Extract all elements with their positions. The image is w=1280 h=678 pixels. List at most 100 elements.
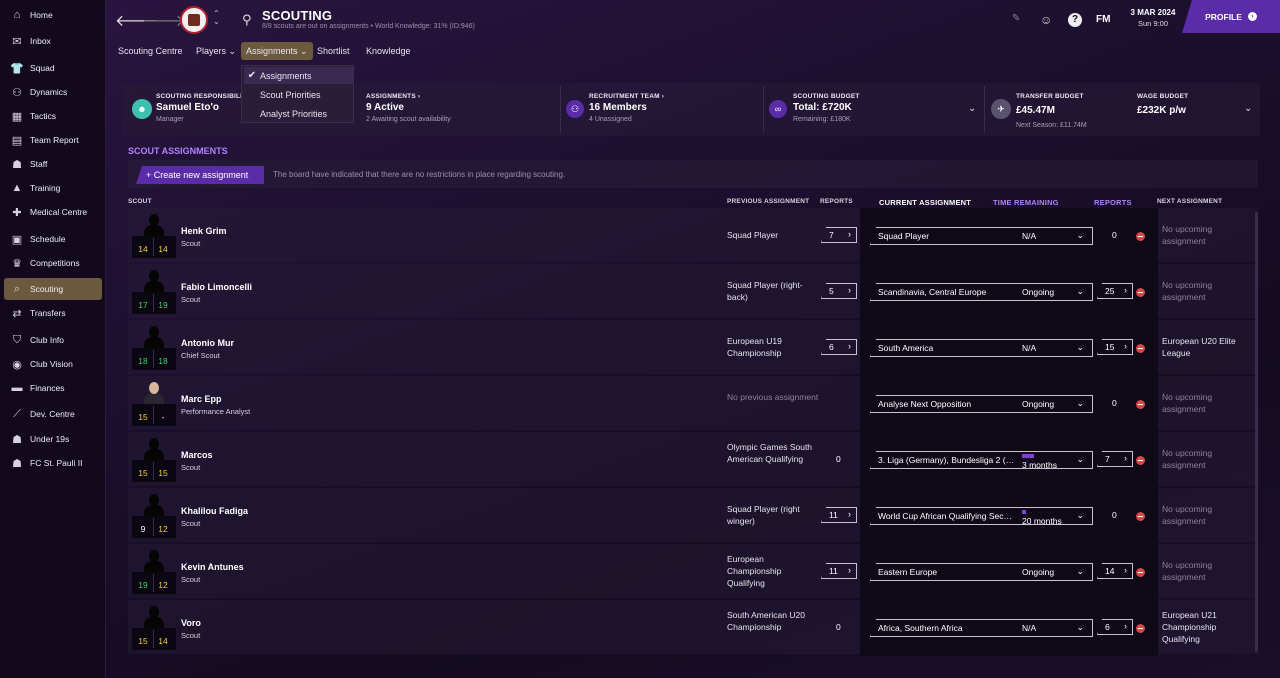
scout-avatar[interactable] [142, 382, 166, 407]
tab-players[interactable]: Players ⌄ [191, 42, 241, 60]
tab-scouting-centre[interactable]: Scouting Centre [113, 42, 188, 60]
table-row[interactable]: 17 19 Fabio Limoncelli Scout Squad Playe… [128, 264, 1258, 318]
sidebar-item-club-info[interactable]: ⛉ Club Info [4, 329, 102, 351]
current-reports-button[interactable]: 25 › [1097, 283, 1133, 299]
sidebar-item-scouting[interactable]: ⌕ Scouting [4, 278, 102, 300]
sidebar-item-training[interactable]: ▲ Training [4, 177, 102, 199]
club-switch-icon[interactable]: ⌃ ⌄ [213, 10, 220, 26]
scout-name[interactable]: Antonio Mur [181, 338, 234, 348]
sidebar-item-dynamics[interactable]: ⚇ Dynamics [4, 81, 102, 103]
chevron-down-icon[interactable]: ⌄ [968, 103, 976, 114]
col-previous[interactable]: PREVIOUS ASSIGNMENT [727, 198, 809, 205]
scout-name[interactable]: Fabio Limoncelli [181, 282, 252, 292]
col-current[interactable]: CURRENT ASSIGNMENT [879, 198, 971, 207]
game-date[interactable]: 3 MAR 2024 Sun 9:00 [1124, 8, 1182, 28]
previous-reports-button[interactable]: 11 › [821, 563, 857, 579]
forward-arrow-icon[interactable]: 🡒 [142, 10, 185, 31]
remove-icon[interactable] [1136, 568, 1145, 577]
remove-icon[interactable] [1136, 400, 1145, 409]
col-reports-current[interactable]: REPORTS [1094, 198, 1132, 207]
remove-icon[interactable] [1136, 232, 1145, 241]
current-assignment-select[interactable]: Africa, Southern Africa N/A ⌄ [870, 619, 1093, 637]
table-row[interactable]: 15 14 Voro Scout South American U20 Cham… [128, 600, 1258, 654]
sidebar-item-competitions[interactable]: ♛ Competitions [4, 252, 102, 274]
sidebar-item-finances[interactable]: ▬ Finances [4, 377, 102, 399]
tab-assignments[interactable]: Assignments ⌄ [241, 42, 313, 60]
scout-name[interactable]: Voro [181, 618, 201, 628]
sidebar-item-squad[interactable]: 👕 Squad [4, 57, 102, 79]
scout-avatar[interactable] [142, 214, 166, 239]
current-reports-button[interactable]: 14 › [1097, 563, 1133, 579]
profile-button[interactable]: PROFILE › [1182, 0, 1280, 33]
col-next[interactable]: NEXT ASSIGNMENT [1157, 198, 1222, 205]
current-assignment-select[interactable]: World Cup African Qualifying Second Roun… [870, 507, 1093, 525]
scout-name[interactable]: Kevin Antunes [181, 562, 244, 572]
scout-avatar[interactable] [142, 326, 166, 351]
remove-icon[interactable] [1136, 288, 1145, 297]
edit-icon[interactable]: ✎ [1012, 13, 1020, 24]
col-time-remaining[interactable]: TIME REMAINING [993, 198, 1059, 207]
club-crest[interactable] [180, 6, 208, 34]
sidebar-item-club-vision[interactable]: ◉ Club Vision [4, 353, 102, 375]
table-row[interactable]: 9 12 Khalilou Fadiga Scout Squad Player … [128, 488, 1258, 542]
dropdown-item-assignments[interactable]: ✔ Assignments [244, 67, 353, 84]
sidebar-item-fc-st-pauli-ii[interactable]: ☗ FC St. Pauli II [4, 452, 102, 474]
dropdown-item-scout-priorities[interactable]: Scout Priorities [244, 86, 353, 103]
scout-avatar[interactable] [142, 550, 166, 575]
current-assignment-select[interactable]: 3. Liga (Germany), Bundesliga 2 (Germany… [870, 451, 1093, 469]
scout-avatar[interactable] [142, 270, 166, 295]
dropdown-item-analyst-priorities[interactable]: Analyst Priorities [244, 105, 353, 122]
previous-reports-button[interactable]: 6 › [821, 339, 857, 355]
previous-reports-button[interactable]: 7 › [821, 227, 857, 243]
current-assignment-select[interactable]: Analyse Next Opposition Ongoing ⌄ [870, 395, 1093, 413]
sidebar-item-team-report[interactable]: ▤ Team Report [4, 129, 102, 151]
remove-icon[interactable] [1136, 512, 1145, 521]
current-assignment-select[interactable]: Eastern Europe Ongoing ⌄ [870, 563, 1093, 581]
table-row[interactable]: 18 18 Antonio Mur Chief Scout European U… [128, 320, 1258, 374]
remove-icon[interactable] [1136, 344, 1145, 353]
scrollbar[interactable] [1255, 212, 1258, 652]
assignments-label[interactable]: ASSIGNMENTS › [366, 93, 420, 100]
tab-shortlist[interactable]: Shortlist [312, 42, 355, 60]
sidebar-item-dev-centre[interactable]: ⟋ Dev. Centre [4, 403, 102, 425]
table-row[interactable]: 14 14 Henk Grim Scout Squad Player 7 › Sq… [128, 208, 1258, 262]
remove-icon[interactable] [1136, 624, 1145, 633]
table-row[interactable]: 15 - Marc Epp Performance Analyst No pre… [128, 376, 1258, 430]
sidebar-item-home[interactable]: ⌂ Home [4, 4, 102, 26]
tab-knowledge[interactable]: Knowledge [361, 42, 416, 60]
fm-logo[interactable]: FM [1096, 14, 1110, 25]
table-row[interactable]: 19 12 Kevin Antunes Scout European Champ… [128, 544, 1258, 598]
sidebar-item-under-19s[interactable]: ☗ Under 19s [4, 428, 102, 450]
sidebar-item-schedule[interactable]: ▣ Schedule [4, 228, 102, 250]
scout-name[interactable]: Marcos [181, 450, 213, 460]
scout-name[interactable]: Khalilou Fadiga [181, 506, 248, 516]
col-reports[interactable]: REPORTS [820, 198, 853, 205]
sidebar-item-medical-centre[interactable]: ✚ Medical Centre [4, 201, 102, 223]
sidebar-item-tactics[interactable]: ▦ Tactics [4, 105, 102, 127]
current-assignment-select[interactable]: Scandinavia, Central Europe Ongoing ⌄ [870, 283, 1093, 301]
help-icon[interactable]: ? [1068, 13, 1082, 27]
table-row[interactable]: 15 15 Marcos Scout Olympic Games South A… [128, 432, 1258, 486]
responsibility-value[interactable]: Samuel Eto'o [156, 102, 219, 113]
chevron-down-icon[interactable]: ⌄ [1244, 103, 1252, 114]
create-assignment-button[interactable]: + Create new assignment [136, 166, 264, 184]
remove-icon[interactable] [1136, 456, 1145, 465]
col-scout[interactable]: SCOUT [128, 198, 152, 205]
recruitment-label[interactable]: RECRUITMENT TEAM › [589, 93, 664, 100]
sidebar-item-transfers[interactable]: ⇄ Transfers [4, 302, 102, 324]
scout-avatar[interactable] [142, 438, 166, 463]
scout-avatar[interactable] [142, 606, 166, 631]
sidebar-item-staff[interactable]: ☗ Staff [4, 153, 102, 175]
current-assignment-select[interactable]: Squad Player N/A ⌄ [870, 227, 1093, 245]
current-reports-button[interactable]: 7 › [1097, 451, 1133, 467]
current-assignment-select[interactable]: South America N/A ⌄ [870, 339, 1093, 357]
scout-name[interactable]: Marc Epp [181, 394, 222, 404]
sidebar-item-inbox[interactable]: ✉ Inbox [4, 30, 102, 52]
current-reports-button[interactable]: 6 › [1097, 619, 1133, 635]
scout-avatar[interactable] [142, 494, 166, 519]
previous-reports-button[interactable]: 11 › [821, 507, 857, 523]
current-reports-button[interactable]: 15 › [1097, 339, 1133, 355]
previous-reports-button[interactable]: 5 › [821, 283, 857, 299]
search-icon[interactable]: ⚲ [242, 12, 252, 28]
scout-name[interactable]: Henk Grim [181, 226, 227, 236]
